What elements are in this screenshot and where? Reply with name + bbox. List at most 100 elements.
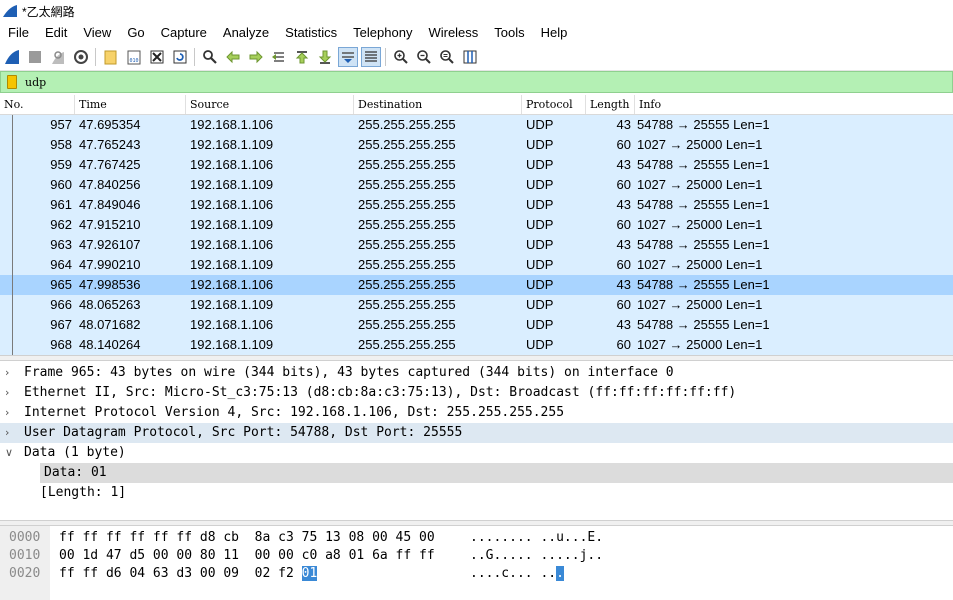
hex-ascii[interactable]: ..G..... .....j..	[470, 547, 603, 565]
column-header-destination[interactable]: Destination	[354, 95, 522, 114]
find-magnifier-icon[interactable]	[200, 47, 220, 67]
normal-size-icon[interactable]	[437, 47, 457, 67]
zoom-out-icon[interactable]	[414, 47, 434, 67]
open-folder-icon[interactable]	[101, 47, 121, 67]
menu-capture[interactable]: Capture	[153, 22, 215, 44]
hex-bytes[interactable]: ff ff ff ff ff ff d8 cb 8a c3 75 13 08 0…	[59, 529, 435, 547]
hex-bytes[interactable]: 00 1d 47 d5 00 00 80 11 00 00 c0 a8 01 6…	[59, 547, 435, 565]
hex-row: 0000 ff ff ff ff ff ff d8 cb 8a c3 75 13 …	[0, 529, 953, 547]
save-file-icon[interactable]: 010	[124, 47, 144, 67]
packet-row[interactable]: 967 48.071682 192.168.1.106 255.255.255.255…	[0, 315, 953, 335]
cell-destination: 255.255.255.255	[358, 277, 456, 292]
bookmark-icon[interactable]	[7, 75, 17, 89]
detail-tree-label: Internet Protocol Version 4, Src: 192.16…	[24, 405, 565, 420]
svg-text:010: 010	[129, 58, 138, 64]
packet-row[interactable]: 964 47.990210 192.168.1.109 255.255.255.255…	[0, 255, 953, 275]
menu-view[interactable]: View	[75, 22, 119, 44]
detail-tree-item[interactable]: Data: 01	[0, 463, 953, 483]
packet-row[interactable]: 968 48.140264 192.168.1.109 255.255.255.255…	[0, 335, 953, 355]
cell-source: 192.168.1.106	[190, 197, 274, 212]
collapsed-arrow-icon[interactable]: ›	[5, 423, 17, 443]
colorize-icon[interactable]	[360, 47, 381, 67]
cell-time: 47.926107	[79, 237, 141, 252]
packet-row[interactable]: 963 47.926107 192.168.1.106 255.255.255.255…	[0, 235, 953, 255]
cell-no: 967	[50, 317, 72, 332]
pane-splitter[interactable]	[0, 355, 953, 361]
packet-row[interactable]: 965 47.998536 192.168.1.106 255.255.255.255…	[0, 275, 953, 295]
cell-length: 60	[616, 297, 631, 312]
detail-tree-item[interactable]: › Frame 965: 43 bytes on wire (344 bits),…	[0, 363, 953, 383]
packet-row[interactable]: 962 47.915210 192.168.1.109 255.255.255.255…	[0, 215, 953, 235]
cell-time: 48.140264	[79, 337, 141, 352]
cell-protocol: UDP	[526, 257, 554, 272]
restart-fin-icon[interactable]	[48, 47, 68, 67]
close-file-icon[interactable]	[147, 47, 167, 67]
hex-ascii-text: ........ ..u...E.	[470, 530, 604, 545]
cell-protocol: UDP	[526, 297, 554, 312]
cell-destination: 255.255.255.255	[358, 197, 456, 212]
column-header-time[interactable]: Time	[75, 95, 186, 114]
collapsed-arrow-icon[interactable]: ›	[5, 383, 17, 403]
cell-no: 965	[50, 277, 72, 292]
packet-row[interactable]: 959 47.767425 192.168.1.106 255.255.255.255…	[0, 155, 953, 175]
capture-options-gear-icon[interactable]	[71, 47, 91, 67]
go-last-icon[interactable]	[315, 47, 335, 67]
menu-edit[interactable]: Edit	[37, 22, 75, 44]
detail-tree-item[interactable]: [Length: 1]	[0, 483, 953, 503]
cell-protocol: UDP	[526, 217, 554, 232]
column-header-source[interactable]: Source	[186, 95, 354, 114]
packet-row[interactable]: 960 47.840256 192.168.1.109 255.255.255.255…	[0, 175, 953, 195]
ascii-char-highlight[interactable]: .	[556, 566, 564, 581]
cell-source: 192.168.1.106	[190, 277, 274, 292]
cell-protocol: UDP	[526, 337, 554, 352]
menu-tools[interactable]: Tools	[486, 22, 532, 44]
hex-offset: 0020	[9, 566, 41, 581]
display-filter-input[interactable]: udp	[25, 76, 46, 89]
hex-byte-highlight[interactable]: 01	[301, 566, 318, 581]
menu-analyze[interactable]: Analyze	[215, 22, 277, 44]
toolbar-separator	[95, 48, 96, 66]
column-header-protocol[interactable]: Protocol	[522, 95, 586, 114]
cell-time: 47.767425	[79, 157, 141, 172]
menu-wireless[interactable]: Wireless	[420, 22, 486, 44]
packet-row[interactable]: 961 47.849046 192.168.1.106 255.255.255.255…	[0, 195, 953, 215]
collapsed-arrow-icon[interactable]: ›	[5, 363, 17, 383]
menu-telephony[interactable]: Telephony	[345, 22, 420, 44]
resize-columns-icon[interactable]	[460, 47, 480, 67]
packet-row[interactable]: 966 48.065263 192.168.1.109 255.255.255.255…	[0, 295, 953, 315]
go-first-icon[interactable]	[292, 47, 312, 67]
cell-length: 43	[616, 237, 631, 252]
go-to-packet-icon[interactable]	[269, 47, 289, 67]
column-header-no[interactable]: No.	[0, 95, 75, 114]
reload-icon[interactable]	[170, 47, 190, 67]
hex-ascii[interactable]: ....c... ...	[470, 565, 564, 583]
hex-ascii[interactable]: ........ ..u...E.	[470, 529, 603, 547]
column-header-info[interactable]: Info	[635, 95, 953, 114]
go-back-arrow-icon[interactable]	[223, 47, 243, 67]
menu-go[interactable]: Go	[119, 22, 152, 44]
detail-tree-item[interactable]: › Ethernet II, Src: Micro-St_c3:75:13 (d8…	[0, 383, 953, 403]
packet-row[interactable]: 957 47.695354 192.168.1.106 255.255.255.255…	[0, 115, 953, 135]
expanded-arrow-icon[interactable]: ∨	[5, 443, 17, 463]
shark-fin-start-icon[interactable]	[2, 47, 22, 67]
cell-source: 192.168.1.106	[190, 157, 274, 172]
zoom-in-icon[interactable]	[391, 47, 411, 67]
menu-statistics[interactable]: Statistics	[277, 22, 345, 44]
hex-ascii-text: ....c... ..	[470, 566, 557, 581]
detail-tree-item[interactable]: ∨ Data (1 byte)	[0, 443, 953, 463]
detail-tree-label: [Length: 1]	[40, 485, 127, 500]
stop-square-icon[interactable]	[25, 47, 45, 67]
packet-row[interactable]: 958 47.765243 192.168.1.109 255.255.255.255…	[0, 135, 953, 155]
cell-length: 43	[616, 117, 631, 132]
go-forward-arrow-icon[interactable]	[246, 47, 266, 67]
hex-bytes[interactable]: ff ff d6 04 63 d3 00 09 02 f2 01	[59, 565, 318, 583]
autoscroll-icon[interactable]	[337, 47, 358, 67]
packet-list: No. Time Source Destination Protocol Len…	[0, 95, 953, 355]
menu-file[interactable]: File	[0, 22, 37, 44]
detail-tree-item[interactable]: › User Datagram Protocol, Src Port: 54788…	[0, 423, 953, 443]
detail-tree-item[interactable]: › Internet Protocol Version 4, Src: 192.1…	[0, 403, 953, 423]
menu-help[interactable]: Help	[533, 22, 576, 44]
collapsed-arrow-icon[interactable]: ›	[5, 403, 17, 423]
cell-length: 60	[616, 337, 631, 352]
column-header-length[interactable]: Length	[586, 95, 635, 114]
